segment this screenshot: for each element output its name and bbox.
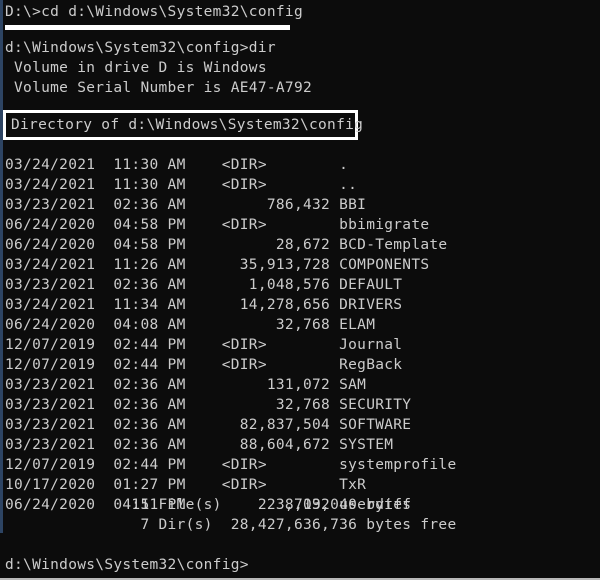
files-summary-line: 11 File(s) 223,703,040 bytes: [5, 497, 412, 513]
dirs-summary-line: 7 Dir(s) 28,427,636,736 bytes free: [5, 517, 457, 533]
listing-row: 03/24/2021 11:30 AM <DIR> ..: [5, 177, 358, 193]
listing-row: 03/24/2021 11:26 AM 35,913,728 COMPONENT…: [5, 257, 430, 273]
listing-row: 03/23/2021 02:36 AM 88,604,672 SYSTEM: [5, 437, 394, 453]
listing-row: 03/23/2021 02:36 AM 786,432 BBI: [5, 197, 367, 213]
dir-command-line: d:\Windows\System32\config>dir: [5, 40, 276, 56]
header-command-block: D:\>cd d:\Windows\System32\config: [0, 2, 600, 22]
listing-row: 12/07/2019 02:44 PM <DIR> systemprofile: [5, 457, 457, 473]
directory-listing: 03/24/2021 11:30 AM <DIR> . 03/24/2021 11…: [0, 155, 600, 515]
listing-row: 03/23/2021 02:36 AM 131,072 SAM: [5, 377, 367, 393]
terminal-window[interactable]: D:\>cd d:\Windows\System32\config d:\Win…: [0, 0, 600, 580]
prompt-line[interactable]: d:\Windows\System32\config>: [0, 555, 600, 575]
volume-serial-line: Volume Serial Number is AE47-A792: [5, 80, 313, 96]
listing-row: 03/23/2021 02:36 AM 1,048,576 DEFAULT: [5, 277, 403, 293]
listing-summary: 11 File(s) 223,703,040 bytes 7 Dir(s) 28…: [0, 495, 600, 535]
directory-of-line: Directory of d:\Windows\System32\config: [11, 117, 364, 133]
listing-row: 12/07/2019 02:44 PM <DIR> RegBack: [5, 357, 403, 373]
footer-prompt-block[interactable]: d:\Windows\System32\config>: [0, 555, 600, 575]
command-highlight-underline: [5, 25, 290, 30]
listing-row: 10/17/2020 01:27 PM <DIR> TxR: [5, 477, 367, 493]
listing-row: 03/24/2021 11:34 AM 14,278,656 DRIVERS: [5, 297, 403, 313]
cd-command-line: D:\>cd d:\Windows\System32\config: [5, 4, 303, 20]
listing-row: 06/24/2020 04:58 PM 28,672 BCD-Template: [5, 237, 448, 253]
volume-in-drive-line: Volume in drive D is Windows: [5, 60, 267, 76]
volume-info-block: d:\Windows\System32\config>dir Volume in…: [0, 38, 600, 98]
listing-row: 03/23/2021 02:36 AM 32,768 SECURITY: [5, 397, 412, 413]
listing-row: 03/23/2021 02:36 AM 82,837,504 SOFTWARE: [5, 417, 412, 433]
listing-row: 06/24/2020 04:58 PM <DIR> bbimigrate: [5, 217, 430, 233]
listing-row: 03/24/2021 11:30 AM <DIR> .: [5, 157, 349, 173]
listing-row: 06/24/2020 04:08 AM 32,768 ELAM: [5, 317, 376, 333]
listing-row: 12/07/2019 02:44 PM <DIR> Journal: [5, 337, 403, 353]
